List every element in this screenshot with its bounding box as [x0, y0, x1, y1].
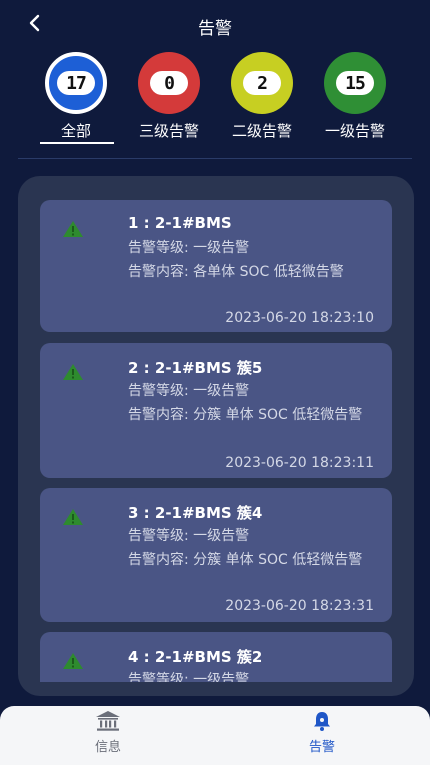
level-label-first: 一级告警	[324, 122, 385, 140]
alarm-level: 告警等级: 一级告警	[128, 528, 250, 544]
tab-alarm[interactable]: 告警	[262, 710, 382, 762]
level-filter-first[interactable]: 15 一级告警	[309, 52, 401, 152]
warning-triangle-icon	[63, 221, 83, 237]
tab-alarm-label: 告警	[308, 740, 335, 755]
warning-triangle-icon	[63, 509, 83, 525]
level-count-all: 17	[57, 71, 95, 95]
level-label-second: 二级告警	[231, 122, 292, 140]
divider	[18, 158, 412, 159]
app-screen: 告警 17 全部 0 三级告警 2 二级告警 15 一级告警 1: 2-1#B…	[0, 0, 430, 765]
alarm-title: 4 : 2-1#BMS 簇2	[128, 648, 263, 666]
alarm-time: 2023-06-20 18:23:11	[225, 455, 374, 471]
level-filter-second[interactable]: 2 二级告警	[216, 52, 308, 152]
alarm-card[interactable]: 4 : 2-1#BMS 簇2 告警等级: 一级告警	[40, 632, 392, 682]
tab-info[interactable]: 信息	[48, 710, 168, 762]
level-label-all: 全部	[60, 122, 91, 140]
bell-icon	[314, 712, 330, 731]
page-title: 告警	[198, 19, 232, 39]
alarm-title: 1 : 2-1#BMS	[128, 214, 232, 232]
alarm-content: 告警内容: 各单体 SOC 低轻微告警	[128, 264, 344, 280]
alarm-level-filter: 17 全部 0 三级告警 2 二级告警 15 一级告警	[0, 52, 430, 152]
selected-level-underline	[40, 142, 114, 144]
alarm-title: 2 : 2-1#BMS 簇5	[128, 359, 263, 377]
alarm-level: 告警等级: 一级告警	[128, 383, 250, 399]
alarm-card[interactable]: 3 : 2-1#BMS 簇4 告警等级: 一级告警 告警内容: 分簇 单体 SO…	[40, 488, 392, 622]
alarm-content: 告警内容: 分簇 单体 SOC 低轻微告警	[128, 552, 363, 568]
alarm-time: 2023-06-20 18:23:10	[225, 310, 374, 326]
warning-triangle-icon	[63, 364, 83, 380]
alarm-time: 2023-06-20 18:23:31	[225, 598, 374, 614]
level-circle-third: 0	[138, 52, 200, 114]
level-count-second: 2	[243, 71, 281, 95]
level-count-first: 15	[336, 71, 374, 95]
warning-triangle-icon	[63, 653, 83, 669]
level-filter-all[interactable]: 17 全部	[30, 52, 122, 152]
alarm-list[interactable]: 1 : 2-1#BMS 告警等级: 一级告警 告警内容: 各单体 SOC 低轻微…	[40, 200, 392, 682]
alarm-level: 告警等级: 一级告警	[128, 240, 250, 256]
alarm-content: 告警内容: 分簇 单体 SOC 低轻微告警	[128, 407, 363, 423]
tab-info-label: 信息	[94, 740, 121, 755]
bottom-tab-bar: 信息 告警	[0, 706, 430, 765]
level-filter-third[interactable]: 0 三级告警	[123, 52, 215, 152]
level-circle-second: 2	[231, 52, 293, 114]
level-circle-first: 15	[324, 52, 386, 114]
alarm-list-panel: 1 : 2-1#BMS 告警等级: 一级告警 告警内容: 各单体 SOC 低轻微…	[18, 176, 414, 696]
level-count-third: 0	[150, 71, 188, 95]
alarm-level: 告警等级: 一级告警	[128, 672, 250, 682]
header: 告警	[0, 0, 430, 48]
bank-icon	[96, 711, 120, 731]
alarm-card[interactable]: 1 : 2-1#BMS 告警等级: 一级告警 告警内容: 各单体 SOC 低轻微…	[40, 200, 392, 332]
alarm-title: 3 : 2-1#BMS 簇4	[128, 504, 263, 522]
alarm-card[interactable]: 2 : 2-1#BMS 簇5 告警等级: 一级告警 告警内容: 分簇 单体 SO…	[40, 343, 392, 478]
level-circle-all: 17	[45, 52, 107, 114]
level-label-third: 三级告警	[138, 122, 199, 140]
